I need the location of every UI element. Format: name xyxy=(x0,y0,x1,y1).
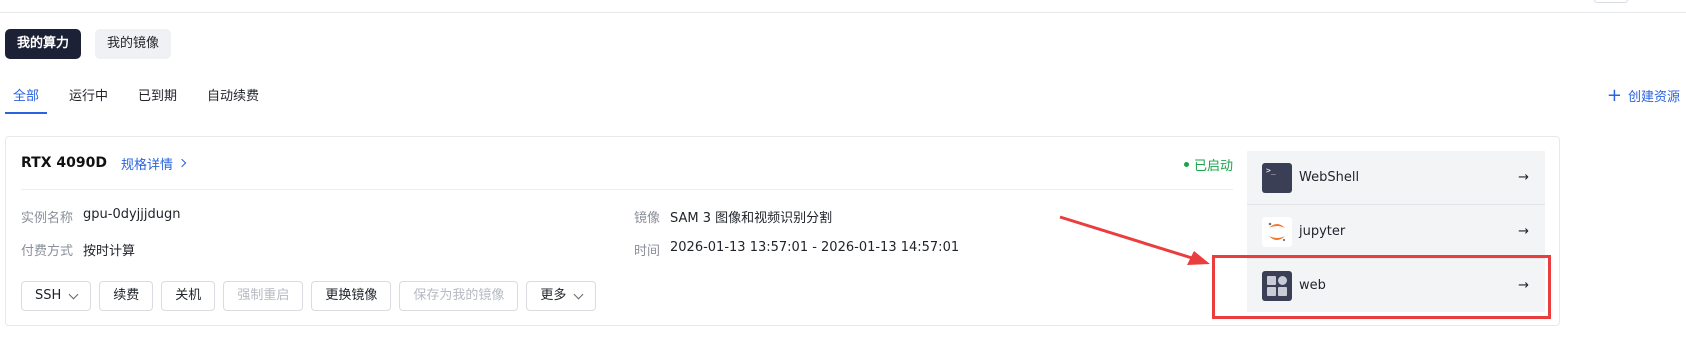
tab-running[interactable]: 运行中 xyxy=(61,84,116,114)
jupyter-icon xyxy=(1262,216,1292,247)
web-app-icon xyxy=(1262,270,1292,301)
top-control-stub[interactable] xyxy=(1594,0,1628,3)
jupyter-label: jupyter xyxy=(1299,224,1346,239)
chevron-down-icon xyxy=(573,289,584,299)
renew-button[interactable]: 续费 xyxy=(99,281,154,311)
chevron-down-icon xyxy=(68,289,79,299)
more-dropdown-button[interactable]: 更多 xyxy=(526,281,597,311)
instance-card-header: RTX 4090D 规格详情 已启动 xyxy=(21,137,1233,190)
my-images-button[interactable]: 我的镜像 xyxy=(95,29,172,59)
force-restart-button[interactable]: 强制重启 xyxy=(223,281,304,311)
arrow-right-icon: → xyxy=(1518,170,1529,185)
tab-all[interactable]: 全部 xyxy=(5,84,48,114)
instance-name-label: 实例名称 xyxy=(21,211,74,226)
instance-actions: SSH 续费 关机 强制重启 更换镜像 保存为我的镜像 更多 xyxy=(21,281,597,311)
my-compute-button[interactable]: 我的算力 xyxy=(5,29,82,59)
quick-access-panel: >_ WebShell → jupyter → web → xyxy=(1247,151,1545,312)
ssh-dropdown-button[interactable]: SSH xyxy=(21,281,92,311)
create-resource-link[interactable]: + 创建资源 xyxy=(1607,86,1680,105)
terminal-icon: >_ xyxy=(1262,162,1292,193)
status-dot-icon xyxy=(1183,162,1189,167)
spec-details-link[interactable]: 规格详情 xyxy=(120,154,187,173)
webshell-entry[interactable]: >_ WebShell → xyxy=(1247,151,1545,204)
tab-auto-renew[interactable]: 自动续费 xyxy=(199,84,267,114)
gpu-model: RTX 4090D xyxy=(21,155,107,171)
chevron-right-icon xyxy=(177,158,187,168)
arrow-right-icon: → xyxy=(1518,224,1529,239)
status-badge: 已启动 xyxy=(1183,155,1233,174)
image-value: SAM 3 图像和视频识别分割 xyxy=(670,211,833,226)
shutdown-button[interactable]: 关机 xyxy=(161,281,216,311)
billing-row: 付费方式 按时计算 xyxy=(21,240,135,259)
save-image-button[interactable]: 保存为我的镜像 xyxy=(399,281,519,311)
image-row: 镜像 SAM 3 图像和视频识别分割 xyxy=(634,207,832,226)
billing-label: 付费方式 xyxy=(21,244,74,259)
webshell-label: WebShell xyxy=(1299,170,1360,185)
top-divider xyxy=(0,12,1686,13)
create-resource-label: 创建资源 xyxy=(1627,90,1680,105)
ssh-label: SSH xyxy=(35,288,62,303)
instance-name-value: gpu-0dyjjjdugn xyxy=(83,207,181,222)
spec-details-label: 规格详情 xyxy=(120,157,173,173)
arrow-right-icon: → xyxy=(1518,278,1529,293)
instance-name-row: 实例名称 gpu-0dyjjjdugn xyxy=(21,207,180,226)
tab-expired[interactable]: 已到期 xyxy=(130,84,185,114)
web-entry[interactable]: web → xyxy=(1247,259,1545,312)
plus-icon: + xyxy=(1606,84,1622,106)
more-label: 更多 xyxy=(540,288,567,303)
change-image-button[interactable]: 更换镜像 xyxy=(311,281,392,311)
jupyter-entry[interactable]: jupyter → xyxy=(1247,205,1545,258)
time-row: 时间 2026-01-13 13:57:01 - 2026-01-13 14:5… xyxy=(634,240,959,259)
web-label: web xyxy=(1299,278,1326,293)
time-label: 时间 xyxy=(634,244,661,259)
billing-value: 按时计算 xyxy=(83,244,136,259)
status-label: 已启动 xyxy=(1193,159,1233,174)
time-value: 2026-01-13 13:57:01 - 2026-01-13 14:57:0… xyxy=(670,240,960,255)
view-switcher: 我的算力 我的镜像 xyxy=(5,29,172,59)
filter-tabs: 全部 运行中 已到期 自动续费 xyxy=(5,84,281,114)
image-label: 镜像 xyxy=(634,211,661,226)
